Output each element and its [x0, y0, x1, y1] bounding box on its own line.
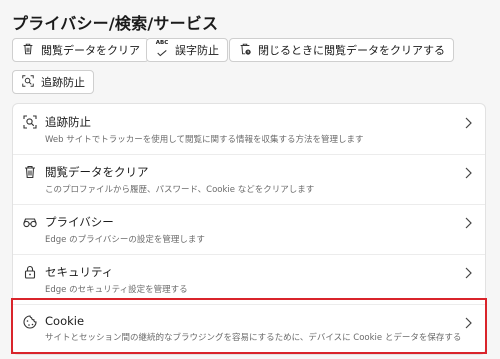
settings-item-cookie[interactable]: Cookie サイトとセッション間の継続的なブラウジングを容易にするために、デバ…	[13, 304, 485, 354]
tracking-prevention-button[interactable]: 追跡防止	[12, 70, 94, 94]
chevron-right-icon	[465, 267, 472, 279]
chevron-right-icon	[465, 217, 472, 229]
cookie-icon	[22, 314, 38, 330]
settings-item-tracking-prevention[interactable]: 追跡防止 Web サイトでトラッカーを使用して閲覧に関する情報を収集する方法を管…	[13, 104, 485, 155]
settings-item-clear-browsing-data[interactable]: 閲覧データをクリア このプロファイルから履歴、パスワード、Cookie などをク…	[13, 154, 485, 205]
page-title: プライバシー/検索/サービス	[12, 14, 219, 33]
privacy-icon	[22, 214, 38, 230]
chevron-right-icon	[465, 117, 472, 129]
trash-icon	[22, 164, 38, 180]
settings-item-label: 追跡防止	[45, 115, 91, 129]
settings-item-label: 閲覧データをクリア	[45, 165, 149, 179]
settings-item-description: このプロファイルから履歴、パスワード、Cookie などをクリアします	[45, 185, 315, 195]
tracking-icon	[21, 74, 35, 91]
settings-list: 追跡防止 Web サイトでトラッカーを使用して閲覧に関する情報を収集する方法を管…	[12, 103, 486, 355]
trash-clock-icon	[238, 42, 252, 59]
clear-browsing-data-button[interactable]: 閲覧データをクリア	[12, 38, 149, 62]
settings-item-description: Web サイトでトラッカーを使用して閲覧に関する情報を収集する方法を管理します	[45, 135, 364, 145]
settings-item-description: サイトとセッション間の継続的なブラウジングを容易にするために、デバイスに Coo…	[45, 333, 462, 343]
chevron-right-icon	[465, 317, 472, 329]
trash-icon	[21, 42, 35, 59]
clear-on-close-button[interactable]: 閉じるときに閲覧データをクリアする	[229, 38, 454, 62]
settings-item-description: Edge のセキュリティ設定を管理する	[45, 285, 188, 295]
settings-item-label: Cookie	[45, 314, 85, 328]
spell-prevention-button[interactable]: ABC 誤字防止	[146, 38, 228, 62]
settings-item-label: プライバシー	[45, 215, 114, 229]
settings-item-security[interactable]: セキュリティ Edge のセキュリティ設定を管理する	[13, 254, 485, 305]
lock-icon	[22, 264, 38, 280]
spellcheck-icon: ABC	[155, 40, 169, 60]
settings-item-description: Edge のプライバシーの設定を管理します	[45, 235, 205, 245]
chevron-right-icon	[465, 167, 472, 179]
settings-item-label: セキュリティ	[45, 265, 114, 279]
tracking-icon	[22, 114, 38, 130]
settings-item-privacy[interactable]: プライバシー Edge のプライバシーの設定を管理します	[13, 204, 485, 255]
